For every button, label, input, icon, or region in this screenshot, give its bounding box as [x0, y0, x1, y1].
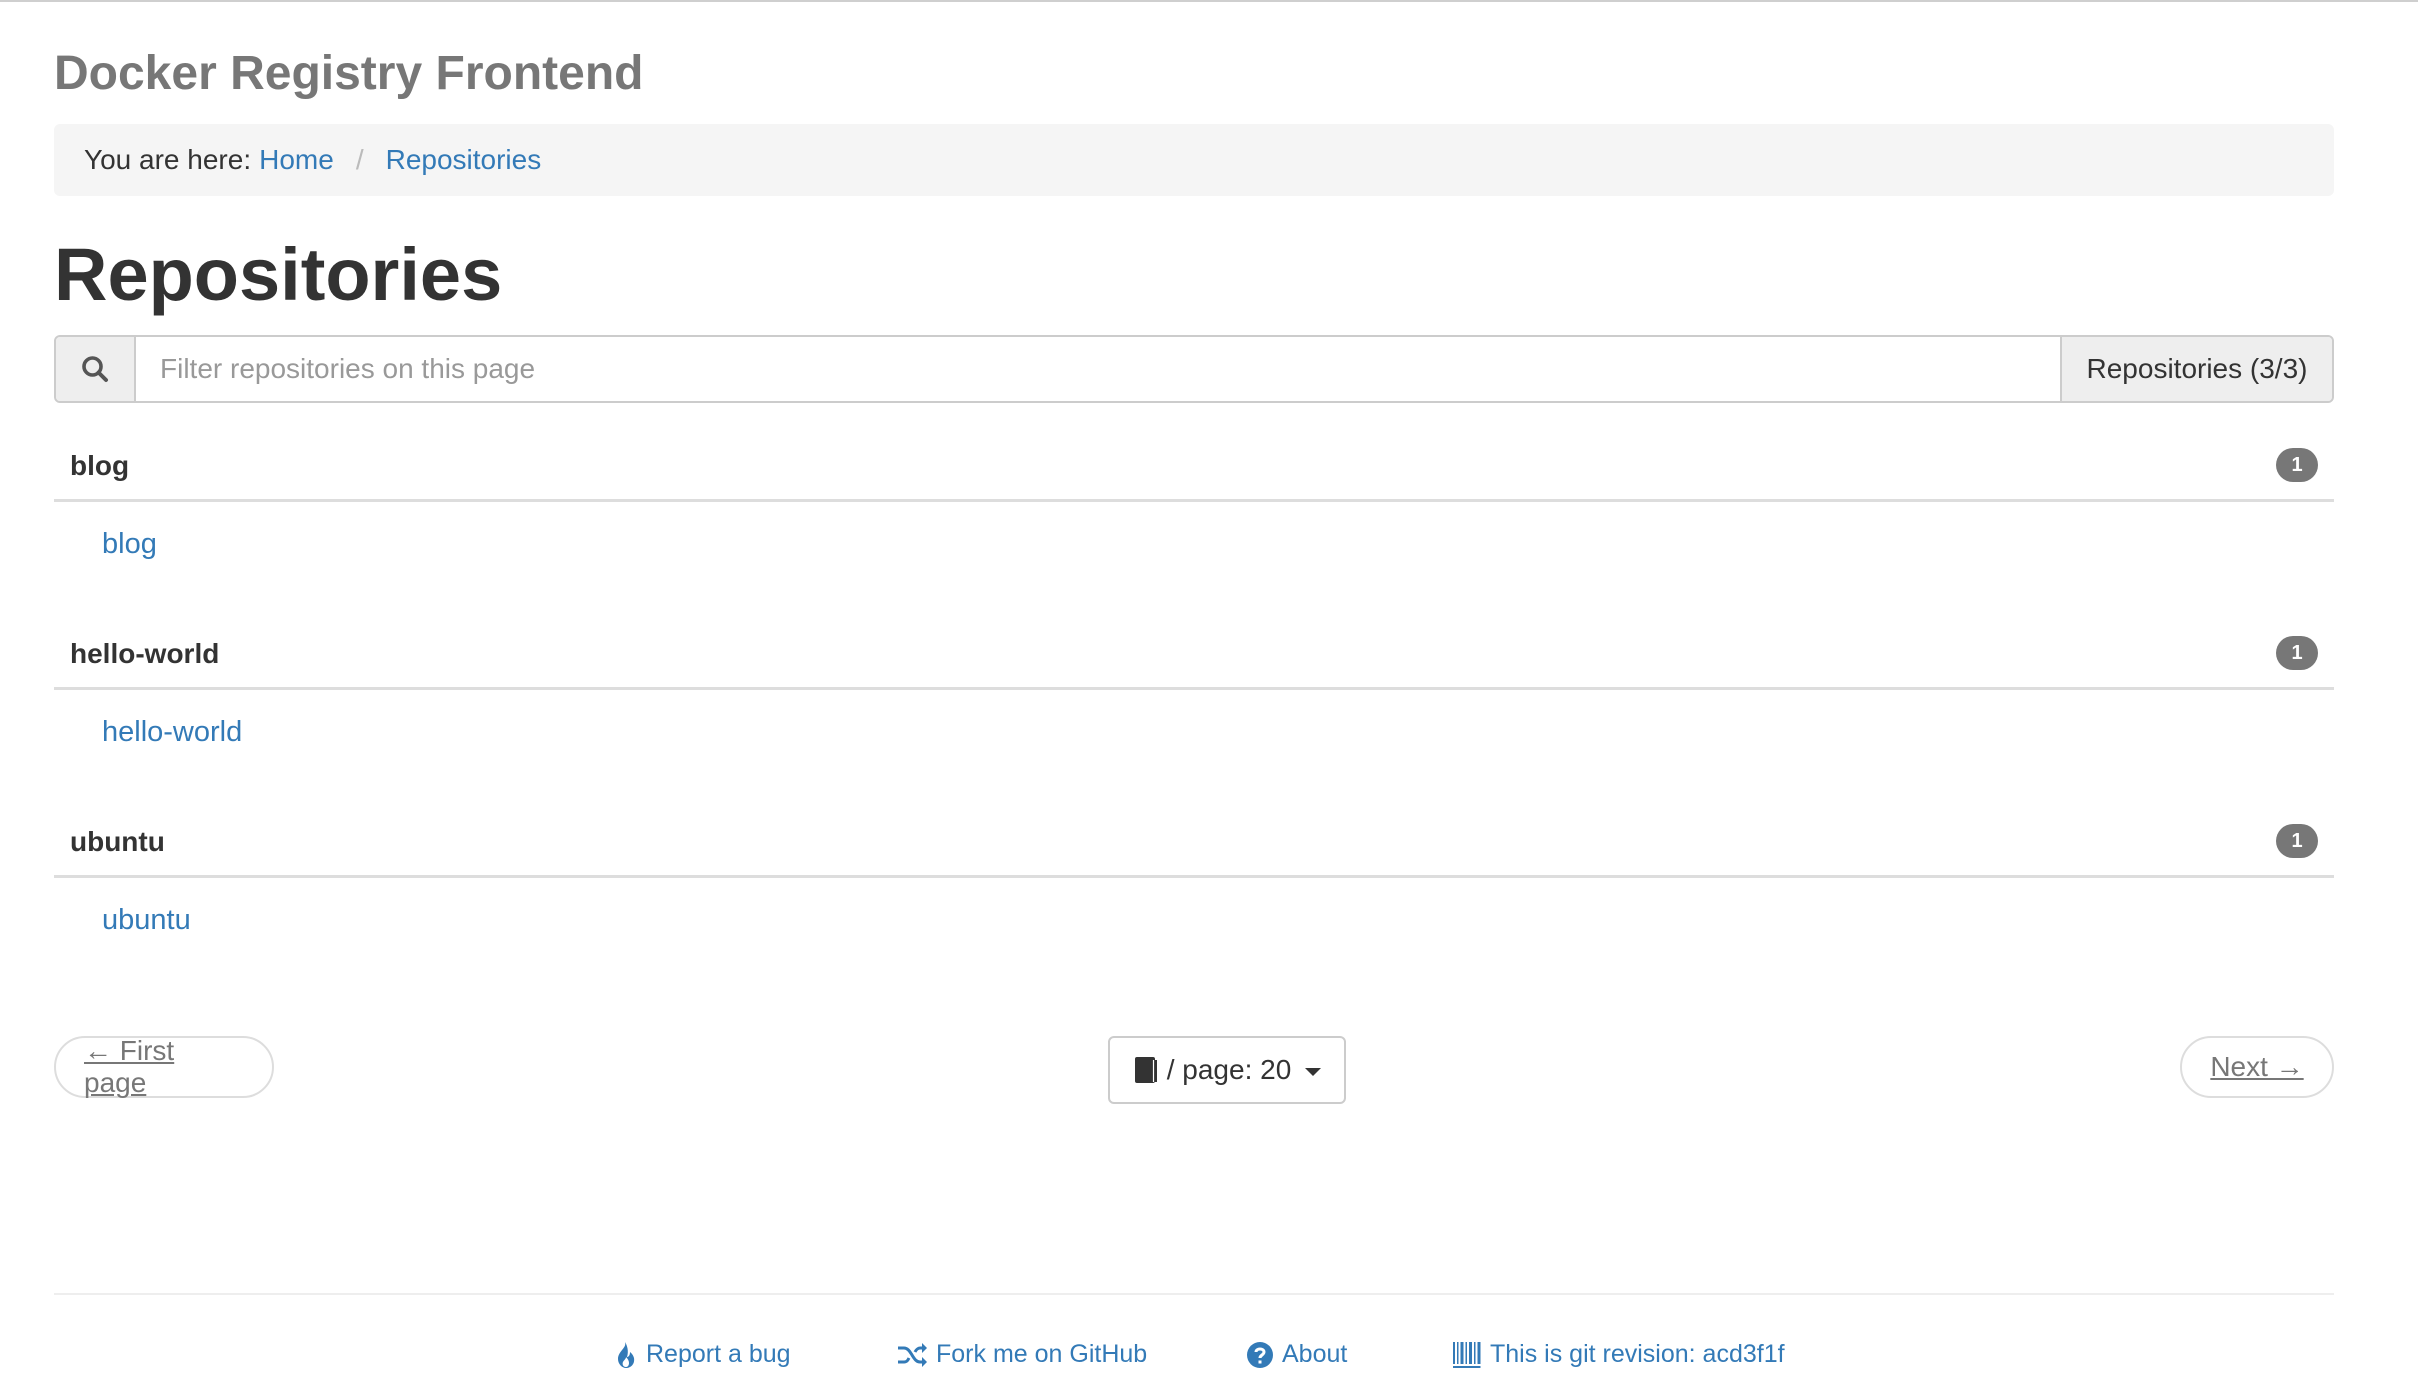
- about-link[interactable]: About: [1246, 1340, 1347, 1369]
- fire-icon: [614, 1341, 638, 1369]
- count-badge: 1: [2276, 824, 2318, 858]
- search-addon: [56, 337, 136, 401]
- group-header: blog 1: [54, 432, 2334, 502]
- count-badge: 1: [2276, 636, 2318, 670]
- breadcrumb-prefix: You are here:: [84, 144, 252, 175]
- page: Docker Registry Frontend You are here: H…: [0, 0, 2418, 1392]
- barcode-icon: [1452, 1341, 1482, 1369]
- repo-link[interactable]: blog: [102, 528, 157, 561]
- search-input[interactable]: [136, 337, 2060, 401]
- fork-github-link[interactable]: Fork me on GitHub: [896, 1340, 1147, 1369]
- breadcrumb-repositories-link[interactable]: Repositories: [386, 144, 542, 176]
- next-page-button[interactable]: Next →: [2180, 1036, 2334, 1098]
- footer: Report a bug Fork me on GitHub About Thi…: [0, 1332, 2418, 1382]
- breadcrumb-home-link[interactable]: Home: [259, 144, 334, 176]
- repo-group-hello-world: hello-world 1 hello-world: [54, 620, 2334, 748]
- per-page-label: / page: 20: [1166, 1054, 1292, 1085]
- group-header: hello-world 1: [54, 620, 2334, 690]
- group-name: hello-world: [70, 638, 220, 669]
- group-header: ubuntu 1: [54, 808, 2334, 878]
- about-label: About: [1282, 1340, 1348, 1368]
- repo-link[interactable]: hello-world: [102, 716, 242, 749]
- repository-count: Repositories (3/3): [2060, 337, 2332, 401]
- search-icon: [80, 354, 110, 384]
- group-name: ubuntu: [70, 826, 165, 857]
- random-icon: [896, 1342, 928, 1368]
- page-title: Repositories: [54, 233, 503, 316]
- count-badge: 1: [2276, 448, 2318, 482]
- question-circle-icon: [1246, 1341, 1274, 1369]
- git-revision-link[interactable]: This is git revision: acd3f1f: [1452, 1340, 1785, 1369]
- repo-group-ubuntu: ubuntu 1 ubuntu: [54, 808, 2334, 936]
- report-bug-link[interactable]: Report a bug: [614, 1340, 791, 1369]
- fork-github-label: Fork me on GitHub: [936, 1340, 1148, 1368]
- chevron-down-icon: [1305, 1068, 1322, 1076]
- repo-link[interactable]: ubuntu: [102, 904, 191, 937]
- breadcrumb-separator: /: [355, 144, 364, 175]
- group-name: blog: [70, 450, 130, 481]
- git-revision-label: This is git revision: acd3f1f: [1490, 1340, 1785, 1368]
- search-group: Repositories (3/3): [54, 335, 2334, 403]
- first-page-button[interactable]: ← First page: [54, 1035, 274, 1098]
- breadcrumb: You are here: Home / Repositories: [54, 124, 2334, 196]
- repo-group-blog: blog 1 blog: [54, 432, 2334, 560]
- footer-divider: [54, 1293, 2334, 1295]
- app-title[interactable]: Docker Registry Frontend: [54, 46, 643, 101]
- book-icon: [1133, 1056, 1159, 1084]
- per-page-dropdown[interactable]: / page: 20: [1108, 1036, 1346, 1104]
- report-bug-label: Report a bug: [646, 1340, 791, 1368]
